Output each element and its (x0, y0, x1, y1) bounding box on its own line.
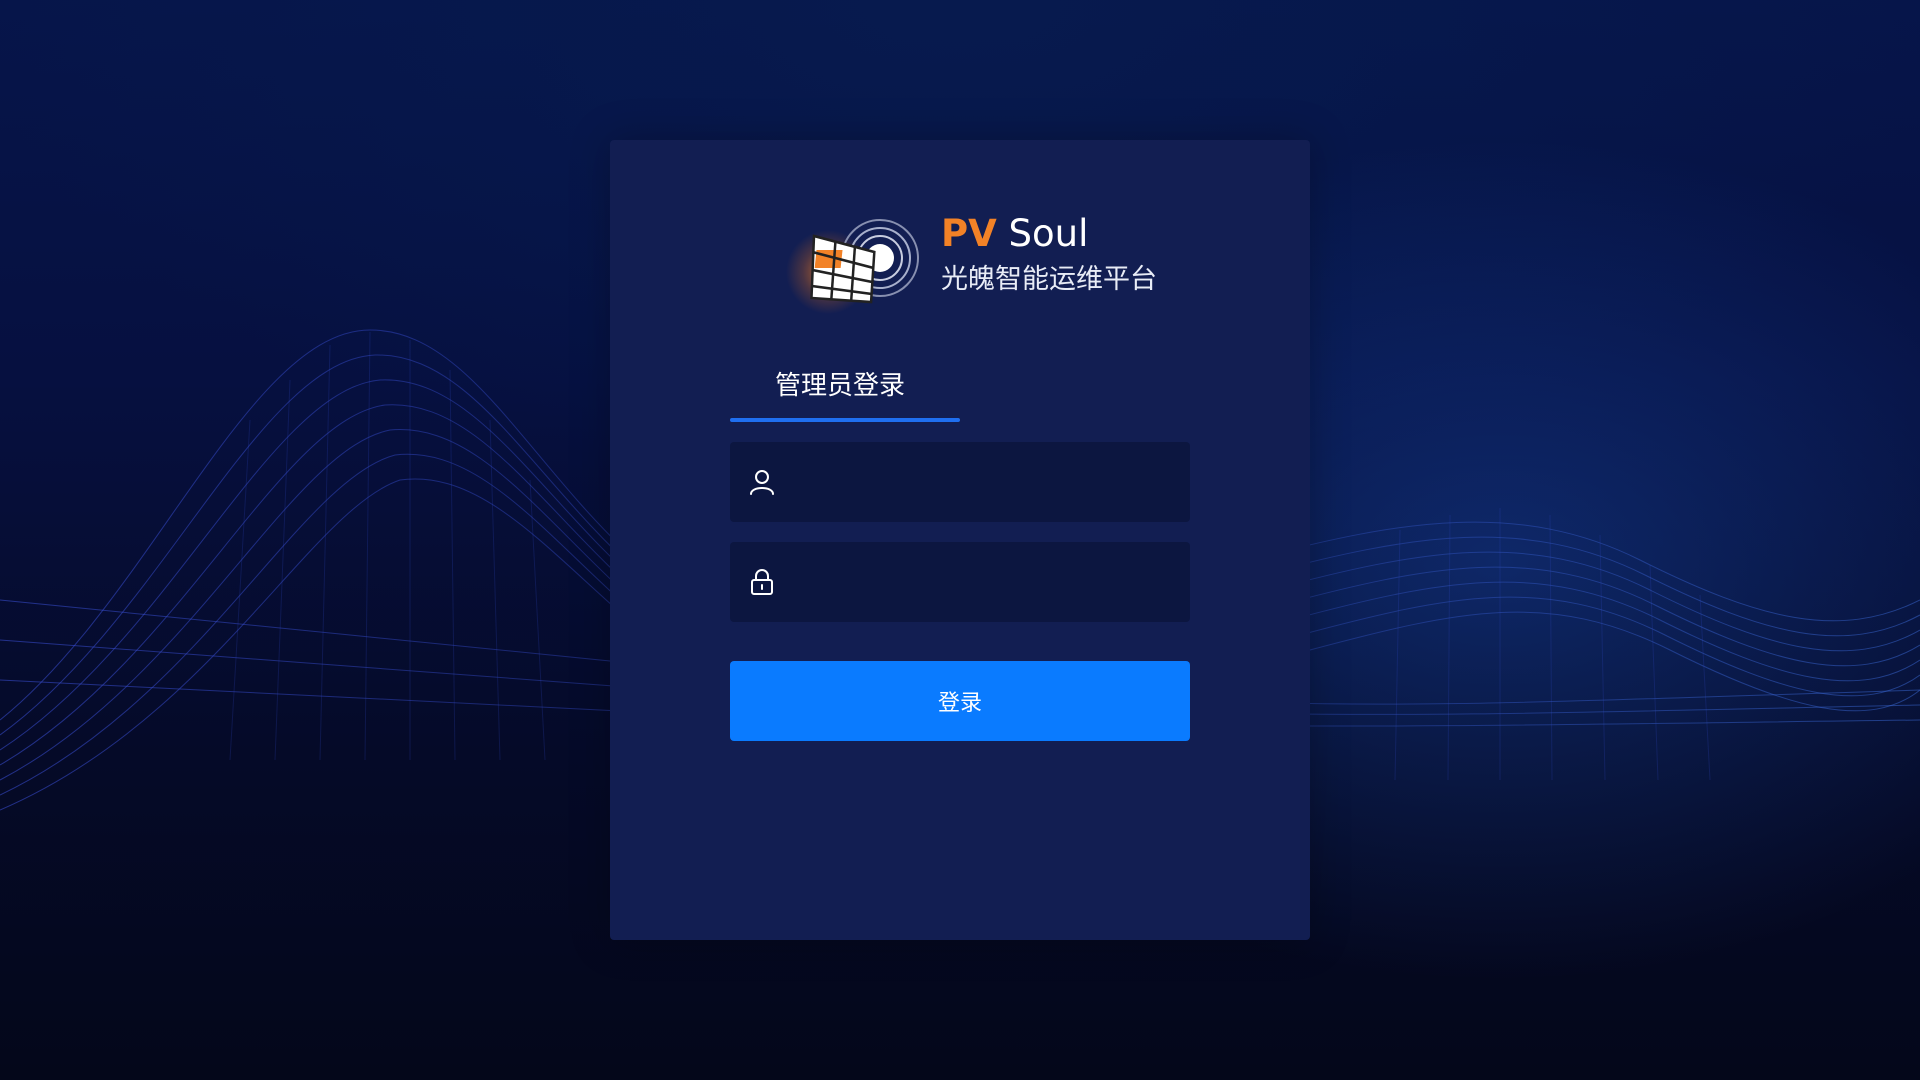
tab-admin-login[interactable]: 管理员登录 (730, 360, 960, 422)
user-icon (750, 470, 774, 495)
solar-panel-signal-icon (786, 219, 919, 314)
username-input[interactable] (794, 442, 1178, 524)
brand-subtitle: 光魄智能运维平台 (941, 264, 1157, 295)
brand-name-accent: PV (941, 212, 997, 255)
lock-icon (751, 569, 773, 595)
login-button[interactable]: 登录 (730, 661, 1190, 741)
tab-admin-login-label: 管理员登录 (774, 371, 905, 401)
brand-header: PV Soul 光魄智能运维平台 (780, 210, 1180, 320)
tab-active-indicator (730, 418, 960, 422)
brand-name-rest: Soul (1008, 212, 1089, 255)
password-input[interactable] (794, 542, 1178, 624)
login-card: PV Soul 光魄智能运维平台 管理员登录 登录 (610, 140, 1310, 940)
password-field[interactable] (730, 542, 1190, 624)
brand-name: PV Soul (941, 210, 1088, 258)
username-field[interactable] (730, 442, 1190, 524)
